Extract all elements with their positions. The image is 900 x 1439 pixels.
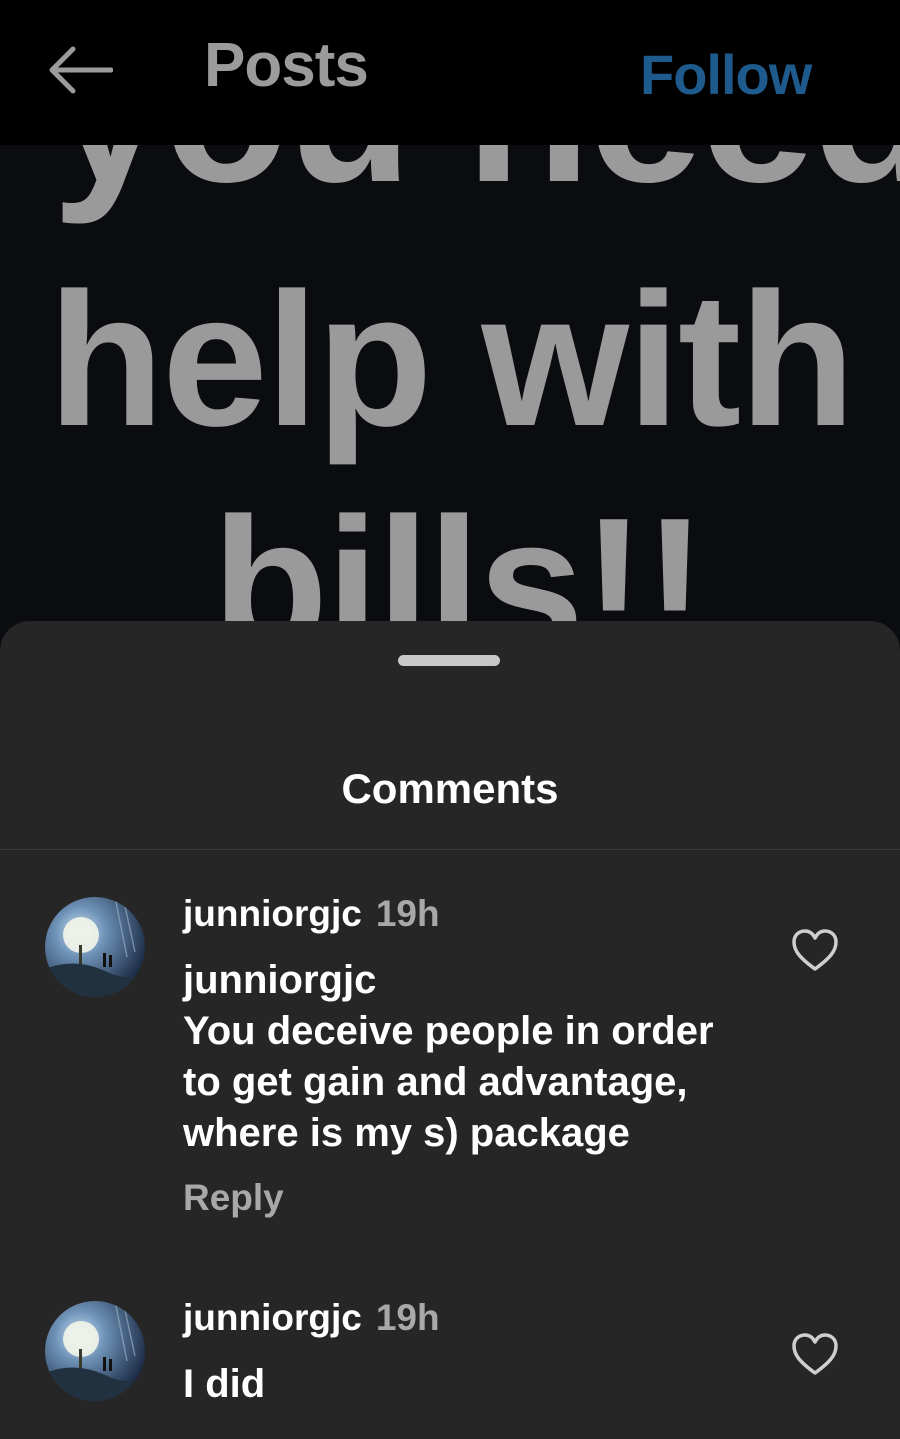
post-text-line-2: help with [48, 254, 855, 466]
comment-text: I did [183, 1359, 783, 1410]
post-text-line-1: you need [52, 145, 900, 229]
avatar[interactable] [45, 897, 145, 997]
comment-meta: junniorgjc 19h [183, 1297, 440, 1339]
avatar[interactable] [45, 1301, 145, 1401]
reply-button[interactable]: Reply [183, 1177, 284, 1219]
comment-username[interactable]: junniorgjc [183, 893, 362, 934]
comment-time: 19h [375, 1297, 440, 1338]
comment-text-line: I did [183, 1362, 266, 1406]
like-button[interactable] [790, 1331, 840, 1377]
drag-handle[interactable] [398, 655, 500, 666]
comments-sheet: Comments junniorgjc 19h junniorgjc You d… [0, 621, 900, 1439]
follow-button[interactable]: Follow [640, 42, 812, 107]
heart-icon [792, 1333, 838, 1375]
arrow-left-icon [49, 46, 113, 94]
page-title: Posts [204, 31, 369, 100]
comments-title: Comments [341, 765, 559, 812]
comment-text: junniorgjc You deceive people in order t… [183, 955, 783, 1159]
back-button[interactable] [40, 38, 120, 102]
avatar-image [45, 1301, 145, 1401]
comment-text-line: junniorgjc [183, 958, 377, 1002]
divider [0, 849, 900, 850]
bottom-edge [0, 1428, 900, 1439]
comment-text-line: to get gain and advantage, [183, 1060, 688, 1104]
heart-icon [792, 929, 838, 971]
top-bar: Posts Follow [0, 0, 900, 145]
comment-time: 19h [375, 893, 440, 934]
like-button[interactable] [790, 927, 840, 973]
post-image[interactable]: you need help with bills!! [0, 145, 900, 645]
comment-text-line: You deceive people in order [183, 1009, 714, 1053]
avatar-image [45, 897, 145, 997]
comment-meta: junniorgjc 19h [183, 893, 440, 935]
comment-username[interactable]: junniorgjc [183, 1297, 362, 1338]
comment-text-line: where is my s) package [183, 1111, 630, 1155]
